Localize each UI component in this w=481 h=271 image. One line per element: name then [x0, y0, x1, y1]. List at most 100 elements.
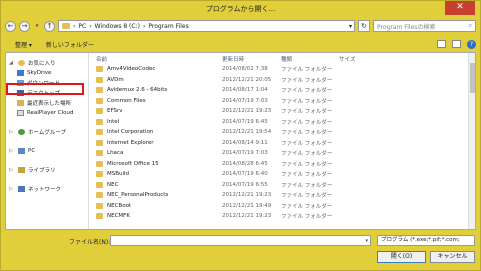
cloud-icon [17, 70, 24, 76]
file-type: ファイル フォルダー [281, 193, 333, 200]
file-name-cell: MSBuild [90, 171, 222, 178]
file-type: ファイル フォルダー [281, 140, 333, 147]
expand-icon[interactable]: ▷ [9, 129, 15, 135]
refresh-button[interactable]: ↻ [358, 20, 370, 32]
up-button[interactable]: ↑ [44, 20, 55, 32]
file-date: 2014/07/19 6:40 [222, 171, 268, 178]
scroll-thumb[interactable] [470, 63, 475, 93]
folder-icon [96, 76, 103, 83]
new-folder-button[interactable]: 新しいフォルダー [46, 40, 94, 49]
file-name-cell: Common Files [90, 97, 222, 104]
file-type: ファイル フォルダー [281, 98, 333, 105]
breadcrumb-drive[interactable]: Windows 8 (C:) [95, 23, 140, 30]
file-name-cell: Lhaca [90, 150, 222, 157]
expand-icon[interactable]: ▷ [9, 148, 15, 154]
filename-input[interactable]: ▾ [110, 235, 371, 246]
file-date: 2014/08/17 1:04 [222, 87, 268, 94]
folder-icon [96, 192, 103, 199]
breadcrumb-separator: › [142, 22, 146, 30]
table-row[interactable]: Common Files 2014/07/19 7:03 ファイル フォルダー [90, 96, 475, 107]
title-bar: プログラムから開く... ✕ [1, 1, 480, 17]
search-input[interactable]: Program Filesの検索 ⌕ [373, 20, 476, 32]
file-name: AVDm [107, 76, 124, 83]
column-date[interactable]: 更新日時 [222, 55, 281, 63]
file-date: 2012/12/21 19:54 [222, 129, 272, 136]
table-row[interactable]: Internet Explorer 2014/08/14 9:11 ファイル フォル… [90, 138, 475, 149]
help-icon[interactable]: ? [467, 39, 476, 49]
table-row[interactable]: MSBuild 2014/07/19 6:40 ファイル フォルダー [90, 169, 475, 180]
view-options-icon[interactable] [437, 39, 446, 48]
nav-label: PC [28, 148, 36, 154]
table-row[interactable]: Intel 2014/07/19 6:45 ファイル フォルダー [90, 117, 475, 128]
file-name: Intel Corporation [107, 129, 154, 136]
nav-realplayer-cloud[interactable]: RealPlayer Cloud [6, 108, 88, 118]
close-button[interactable]: ✕ [445, 1, 475, 15]
column-type[interactable]: 種類 [281, 55, 339, 63]
table-row[interactable]: Lhaca 2014/07/19 7:03 ファイル フォルダー [90, 148, 475, 159]
file-name-cell: Intel [90, 118, 222, 125]
table-row[interactable]: Amv4VideoCodec 2014/08/02 7:38 ファイル フォルダー [90, 64, 475, 75]
recent-dropdown[interactable]: ▾ [33, 21, 41, 32]
nav-homegroup[interactable]: ▷ ホームグループ [6, 127, 88, 137]
table-row[interactable]: EFSrv 2012/12/21 19:23 ファイル フォルダー [90, 106, 475, 117]
nav-label: SkyDrive [27, 70, 52, 76]
breadcrumb-pc[interactable]: PC [78, 23, 86, 30]
path-dropdown-icon[interactable]: ▾ [349, 23, 354, 30]
homegroup-icon [18, 129, 25, 135]
table-row[interactable]: NEC_PersonalProducts 2012/12/21 19:23 ファイル… [90, 190, 475, 201]
folder-icon [96, 171, 103, 178]
folder-icon [96, 66, 103, 73]
organize-button[interactable]: 整理 ▾ [15, 40, 32, 49]
file-name: MSBuild [107, 171, 130, 178]
file-name: Avidemux 2.6 - 64bits [107, 87, 168, 94]
file-type-select[interactable]: プログラム (*.exe;*.pif;*.com; [377, 235, 475, 246]
collapse-icon[interactable]: ◢ [9, 60, 15, 66]
nav-libraries[interactable]: ▷ ライブラリ [6, 165, 88, 175]
breadcrumb-program-files[interactable]: Program Files [148, 23, 188, 30]
nav-label: ホームグループ [28, 130, 67, 136]
file-type: ファイル フォルダー [281, 130, 333, 137]
nav-skydrive[interactable]: SkyDrive [6, 68, 88, 78]
column-headers: 名前 更新日時 種類 サイズ [90, 53, 475, 64]
vertical-scrollbar[interactable] [468, 53, 475, 229]
file-name: Amv4VideoCodec [107, 66, 156, 73]
search-placeholder: Program Filesの検索 [377, 23, 436, 31]
table-row[interactable]: NECMFK 2012/12/21 19:23 ファイル フォルダー [90, 211, 475, 222]
address-bar: ← → ▾ ↑ › PC › Windows 8 (C:) › Program … [5, 19, 476, 33]
nav-favorites[interactable]: ◢ お気に入り [6, 58, 88, 68]
preview-pane-icon[interactable] [452, 39, 461, 48]
folder-icon [96, 129, 103, 136]
table-row[interactable]: Avidemux 2.6 - 64bits 2014/08/17 1:04 ファイル… [90, 85, 475, 96]
folder-icon [96, 213, 103, 220]
back-button[interactable]: ← [5, 20, 16, 32]
expand-icon[interactable]: ▷ [9, 186, 15, 192]
folder-icon [96, 160, 103, 167]
file-type-value: プログラム (*.exe;*.pif;*.com; [381, 237, 460, 243]
table-row[interactable]: Microsoft Office 15 2014/08/28 6:45 ファイル フ… [90, 159, 475, 170]
table-row[interactable]: Intel Corporation 2012/12/21 19:54 ファイル フォ… [90, 127, 475, 138]
table-row[interactable]: NEC 2014/07/19 6:55 ファイル フォルダー [90, 180, 475, 191]
nav-recent-places[interactable]: 最近表示した場所 [6, 98, 88, 108]
column-name[interactable]: 名前 [90, 55, 222, 63]
table-row[interactable]: NECBoot 2012/12/21 19:49 ファイル フォルダー [90, 201, 475, 212]
file-date: 2014/07/19 6:55 [222, 181, 268, 188]
file-name-cell: Amv4VideoCodec [90, 66, 222, 73]
cancel-button[interactable]: キャンセル [430, 251, 475, 263]
open-button[interactable]: 開く(O) [377, 251, 426, 263]
file-type: ファイル フォルダー [281, 67, 333, 74]
file-name-cell: NEC_PersonalProducts [90, 192, 222, 199]
file-name: Microsoft Office 15 [107, 160, 159, 167]
path-breadcrumb[interactable]: › PC › Windows 8 (C:) › Program Files ▾ [58, 20, 355, 32]
expand-icon[interactable]: ▷ [9, 167, 15, 173]
forward-button[interactable]: → [19, 20, 30, 32]
file-date: 2012/12/21 19:23 [222, 213, 272, 220]
nav-pc[interactable]: ▷ PC [6, 146, 88, 156]
table-row[interactable]: AVDm 2012/12/21 20:05 ファイル フォルダー [90, 75, 475, 86]
file-list: 名前 更新日時 種類 サイズ Amv4VideoCodec 2014/08/02 … [90, 53, 475, 229]
column-size[interactable]: サイズ [339, 55, 399, 63]
chevron-down-icon[interactable]: ▾ [365, 238, 368, 244]
file-name-cell: Avidemux 2.6 - 64bits [90, 87, 222, 94]
file-name-cell: Intel Corporation [90, 129, 222, 136]
nav-network[interactable]: ▷ ネットワーク [6, 184, 88, 194]
file-date: 2014/07/19 7:03 [222, 150, 268, 157]
